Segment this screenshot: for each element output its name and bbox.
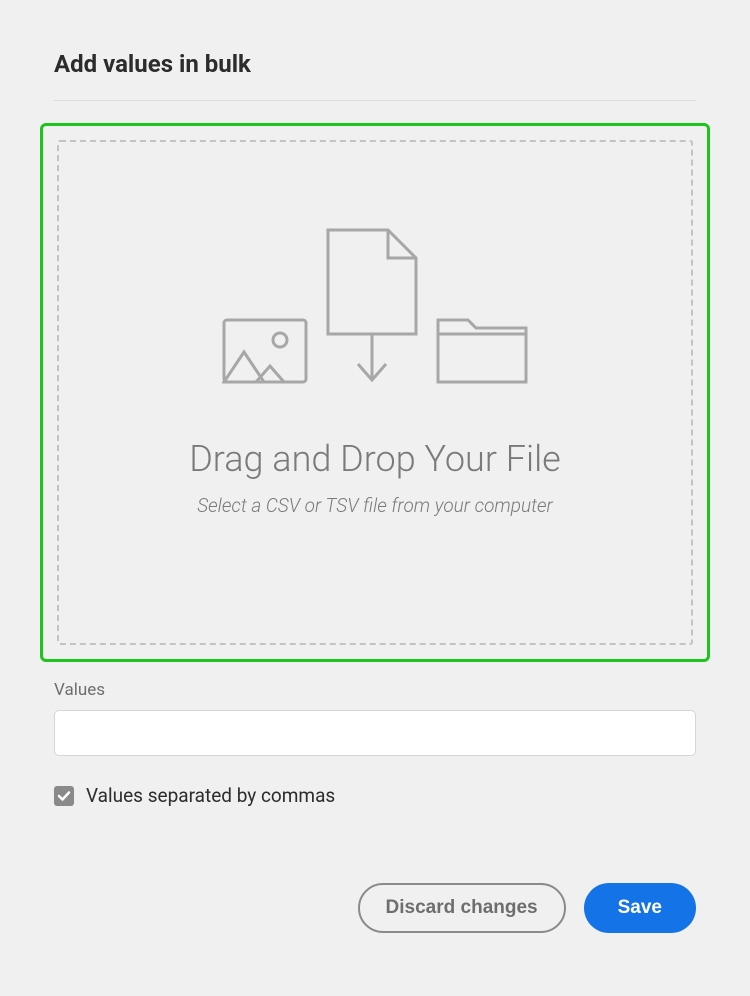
dropzone-subtitle: Select a CSV or TSV file from your compu… [197, 494, 553, 517]
file-dropzone[interactable]: Drag and Drop Your File Select a CSV or … [57, 140, 693, 645]
file-download-icon [326, 228, 418, 388]
save-button[interactable]: Save [584, 883, 696, 933]
discard-button[interactable]: Discard changes [358, 883, 566, 933]
values-input[interactable] [54, 710, 696, 756]
check-icon [57, 789, 71, 803]
dropzone-title: Drag and Drop Your File [189, 438, 561, 480]
page-title: Add values in bulk [54, 50, 696, 78]
comma-separated-checkbox[interactable] [54, 786, 74, 806]
dropzone-icons [222, 228, 528, 388]
values-label: Values [54, 680, 696, 700]
folder-icon [436, 312, 528, 388]
divider [54, 100, 696, 101]
dropzone-highlight: Drag and Drop Your File Select a CSV or … [40, 123, 710, 662]
comma-separated-option[interactable]: Values separated by commas [54, 784, 696, 807]
action-buttons: Discard changes Save [54, 883, 696, 933]
comma-separated-label: Values separated by commas [86, 784, 335, 807]
image-icon [222, 318, 308, 388]
